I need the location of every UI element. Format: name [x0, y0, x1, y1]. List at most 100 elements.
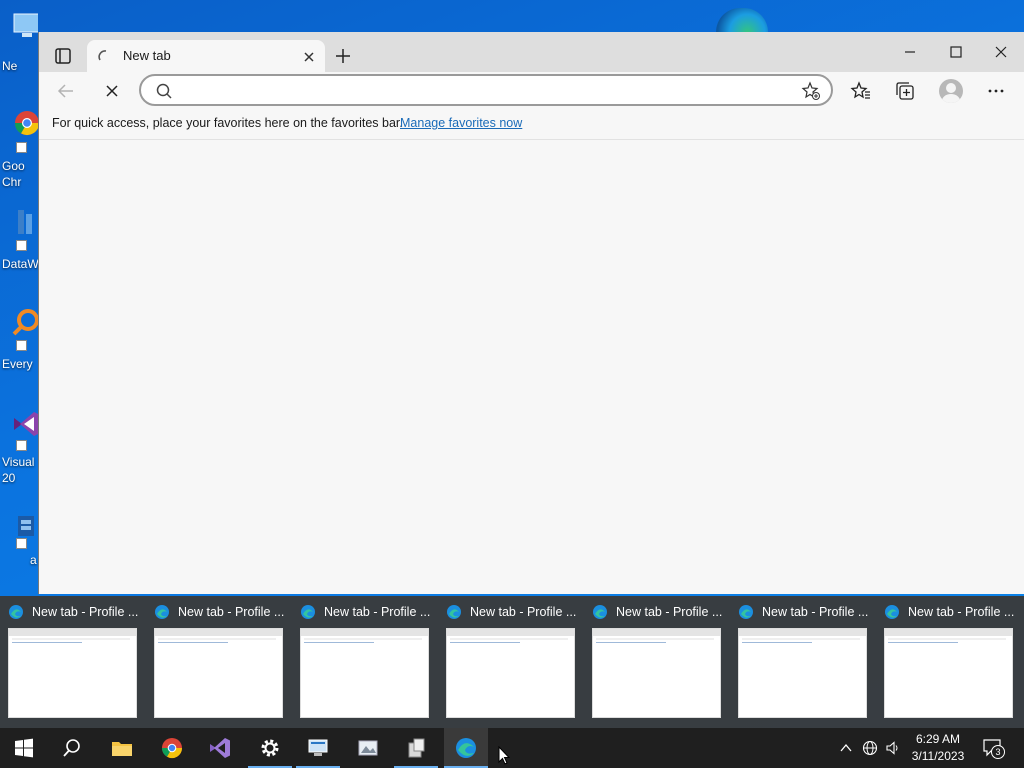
desktop-icon-label: Ne [2, 59, 18, 73]
navigation-toolbar [39, 72, 1024, 110]
desktop-icon-new-folder[interactable]: Ne [0, 10, 38, 74]
taskbar-file-explorer[interactable] [100, 728, 144, 768]
thumbnail-title: New tab - Profile ... [32, 605, 139, 619]
start-icon [15, 738, 33, 758]
taskbar-installer[interactable] [394, 728, 438, 768]
thumbnail-preview [446, 628, 575, 718]
favorites-icon[interactable] [850, 80, 872, 102]
thumbnail-preview [592, 628, 721, 718]
thumbnail-header: New tab - Profile ... [884, 604, 1024, 622]
window-thumbnail[interactable]: New tab - Profile ... [0, 596, 146, 724]
collections-icon[interactable] [894, 80, 916, 102]
thumbnail-preview [8, 628, 137, 718]
taskbar-edge[interactable] [444, 728, 488, 768]
favorites-bar: For quick access, place your favorites h… [39, 110, 1024, 140]
favorites-bar-message: For quick access, place your favorites h… [52, 116, 403, 130]
thumbnail-title: New tab - Profile ... [616, 605, 723, 619]
visual-studio-icon [14, 412, 38, 436]
installer-icon [408, 738, 425, 758]
loading-spinner-icon [98, 50, 107, 61]
taskbar-remote-desktop[interactable] [296, 728, 340, 768]
edge-icon [447, 605, 461, 619]
window-thumbnail[interactable]: New tab - Profile ... [730, 596, 876, 724]
shortcut-arrow-icon [16, 142, 27, 153]
add-favorite-star-icon[interactable] [801, 81, 821, 101]
page-content [39, 141, 1024, 594]
tab-strip: New tab [39, 32, 1024, 72]
thumbnail-title: New tab - Profile ... [762, 605, 869, 619]
edge-icon [885, 605, 899, 619]
desktop-icon-google-chrome[interactable]: Goo Chr [0, 108, 38, 190]
window-thumbnail[interactable]: New tab - Profile ... [584, 596, 730, 724]
search-icon [63, 739, 80, 757]
window-thumbnail[interactable]: New tab - Profile ... [438, 596, 584, 724]
edge-icon [593, 605, 607, 619]
profile-avatar[interactable] [939, 79, 963, 103]
desktop-icon-everything[interactable]: Every [0, 306, 38, 372]
chrome-icon [161, 738, 183, 759]
maximize-icon[interactable] [942, 40, 970, 64]
taskbar-chrome[interactable] [150, 728, 194, 768]
image-viewer-icon [358, 740, 378, 756]
mouse-cursor-icon [498, 746, 510, 765]
window-thumbnail[interactable]: New tab - Profile ... [146, 596, 292, 724]
window-thumbnail[interactable]: New tab - Profile ... [876, 596, 1022, 724]
network-globe-icon[interactable] [862, 740, 878, 756]
thumbnail-title: New tab - Profile ... [324, 605, 431, 619]
new-tab-plus-icon[interactable] [331, 44, 355, 68]
window-thumbnail[interactable]: New tab - Profile ... [292, 596, 438, 724]
back-arrow-icon[interactable] [55, 80, 77, 102]
notification-count-badge: 3 [991, 745, 1005, 759]
desktop-icon-app[interactable]: a [0, 508, 38, 570]
show-hidden-icons-chevron-up-icon[interactable] [838, 740, 854, 756]
desktop-icon-label: DataW [2, 257, 38, 271]
edge-icon [155, 605, 169, 619]
visual-studio-icon [210, 738, 230, 758]
clock-date: 3/11/2023 [911, 749, 965, 763]
taskbar-visual-studio[interactable] [198, 728, 242, 768]
shortcut-arrow-icon [16, 340, 27, 351]
close-window-icon[interactable] [987, 40, 1015, 64]
tab-new-tab[interactable]: New tab [87, 40, 325, 72]
file-explorer-icon [112, 742, 132, 756]
address-input[interactable] [181, 80, 781, 100]
thumbnail-preview [300, 628, 429, 718]
chrome-icon [14, 111, 38, 135]
thumbnail-title: New tab - Profile ... [470, 605, 577, 619]
thumbnail-title: New tab - Profile ... [178, 605, 285, 619]
desktop-edge-icon-partial[interactable] [716, 8, 768, 32]
shortcut-arrow-icon [16, 440, 27, 451]
desktop-icon-datawrapper[interactable]: DataW [0, 206, 38, 272]
tab-actions-menu-icon[interactable] [49, 44, 77, 68]
close-tab-icon[interactable] [301, 49, 317, 65]
thumbnail-header: New tab - Profile ... [154, 604, 294, 622]
edge-icon [9, 605, 23, 619]
system-clock[interactable]: 6:29 AM 3/11/2023 [900, 731, 976, 765]
stop-loading-icon[interactable] [101, 80, 123, 102]
desktop-icon-label: Visual 20 [2, 455, 35, 485]
edge-icon [739, 605, 753, 619]
tab-title: New tab [123, 48, 171, 63]
datawrapper-icon [18, 210, 32, 234]
minimize-icon[interactable] [896, 40, 924, 64]
desktop-icon-visual-studio[interactable]: Visual 20 [0, 406, 38, 488]
thumbnail-header: New tab - Profile ... [592, 604, 732, 622]
address-bar[interactable] [139, 74, 833, 106]
thumbnail-title: New tab - Profile ... [908, 605, 1015, 619]
taskbar: 6:29 AM 3/11/2023 3 [0, 728, 1024, 768]
action-center-button[interactable]: 3 [982, 738, 1005, 759]
start-button[interactable] [2, 728, 46, 768]
shortcut-arrow-icon [16, 538, 27, 549]
taskbar-thumbnail-previews: New tab - Profile ... New tab - Profile … [0, 596, 1024, 728]
everything-search-icon [12, 309, 38, 336]
volume-speaker-icon[interactable] [885, 740, 901, 756]
shortcut-arrow-icon [16, 240, 27, 251]
thumbnail-header: New tab - Profile ... [8, 604, 148, 622]
edge-icon [301, 605, 315, 619]
taskbar-settings[interactable] [248, 728, 292, 768]
taskbar-search-button[interactable] [50, 728, 94, 768]
taskbar-image-viewer[interactable] [346, 728, 390, 768]
desktop-icon-label: Every [2, 357, 33, 371]
more-options-icon[interactable] [985, 80, 1007, 102]
manage-favorites-link[interactable]: Manage favorites now [400, 116, 522, 130]
